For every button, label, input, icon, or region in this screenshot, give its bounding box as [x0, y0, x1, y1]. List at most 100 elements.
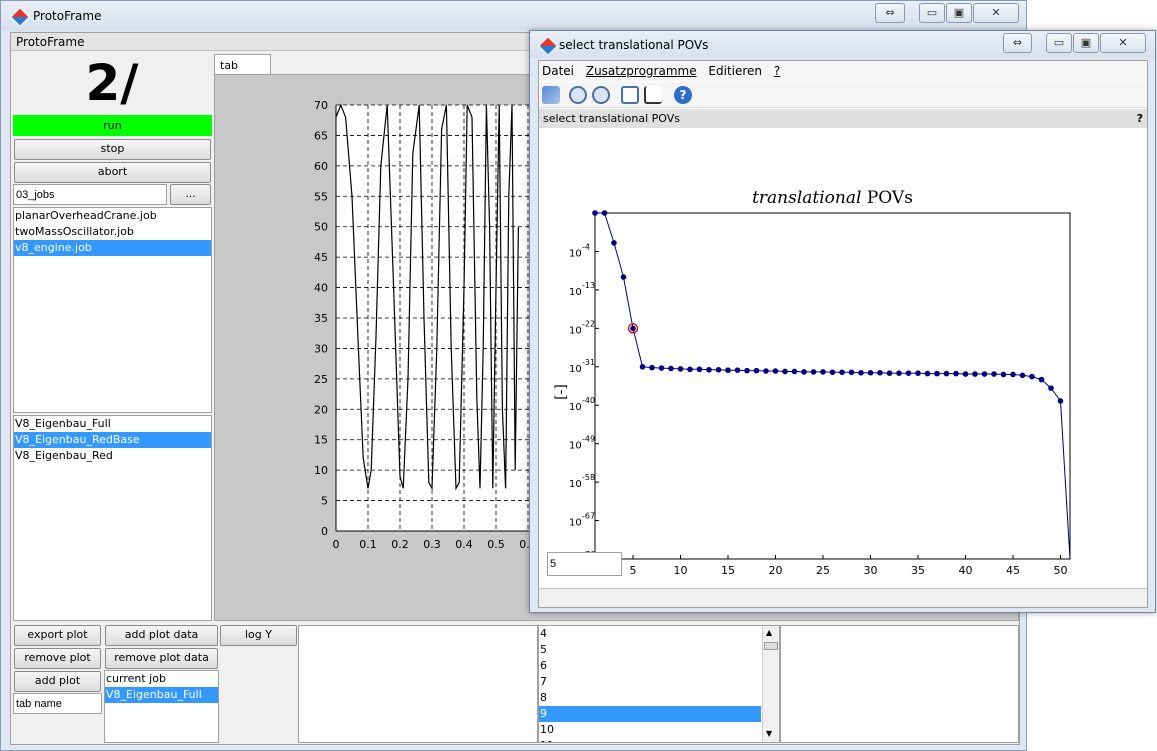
plot2-ytick-base: 10: [569, 479, 582, 490]
plot2-data-point: [1057, 398, 1064, 404]
close-button[interactable]: ✕: [973, 3, 1019, 23]
abort-button[interactable]: abort: [14, 162, 211, 183]
plot2-data-point: [1010, 371, 1016, 378]
edit-icon[interactable]: [644, 86, 662, 104]
plot2-data-point: [820, 369, 826, 375]
dialog-close-button[interactable]: ✕: [1100, 33, 1146, 53]
plot2-ylabel: [-]: [553, 384, 569, 400]
number-item[interactable]: 10: [539, 722, 761, 738]
plot2-ytick-exponent: -67: [582, 512, 595, 521]
number-item[interactable]: 6: [539, 658, 761, 674]
job-directory-field[interactable]: [13, 184, 167, 205]
plot1-xtick-label: 0.2: [391, 538, 409, 551]
plot2-ytick-exponent: -31: [582, 358, 595, 367]
plot2-data-point: [886, 370, 893, 376]
menu-help[interactable]: ?: [774, 64, 780, 78]
plot2-data-point: [1029, 373, 1035, 380]
plot2-title-italic: translational: [752, 188, 867, 208]
empty-list-panel[interactable]: [298, 625, 538, 743]
info-help-icon[interactable]: ?: [1137, 112, 1143, 125]
number-item[interactable]: 4: [539, 626, 761, 642]
plot2-xtick-label: 25: [816, 564, 830, 577]
job-item[interactable]: planarOverheadCrane.job: [14, 208, 211, 224]
main-titlebar[interactable]: ProtoFrame ⇔ ▭ ▣ ✕: [1, 1, 1026, 31]
add-plot-data-button[interactable]: add plot data: [105, 625, 218, 646]
dialog-title: select translational POVs: [559, 38, 709, 52]
number-item[interactable]: 5: [539, 642, 761, 658]
right-empty-panel[interactable]: [780, 625, 1019, 743]
job-list[interactable]: planarOverheadCrane.job twoMassOscillato…: [13, 207, 212, 413]
plot2-title: translational POVs: [752, 188, 913, 208]
scrollbar-thumb[interactable]: [764, 642, 778, 650]
restore-arrows-icon[interactable]: ⇔: [875, 3, 905, 23]
plot1-ytick-label: 55: [314, 190, 328, 203]
pov-index-field[interactable]: [547, 552, 622, 576]
dialog-titlebar[interactable]: select translational POVs ⇔ ▭ ▣ ✕: [530, 31, 1155, 58]
plot2-xtick-label: 45: [1006, 564, 1020, 577]
add-plot-button[interactable]: add plot: [14, 671, 101, 692]
rotate-icon[interactable]: [542, 86, 560, 104]
minimize-button[interactable]: ▭: [919, 3, 945, 23]
datatip-icon[interactable]: [621, 86, 639, 104]
plot1-xtick-label: 0.5: [487, 538, 505, 551]
plot2-xtick-label: 10: [674, 564, 688, 577]
stop-button[interactable]: stop: [14, 139, 211, 160]
time-series-chart[interactable]: 0 0.1 0.2 0.3 0.4 0.5 0.6051015202530354045505…: [215, 75, 535, 622]
dialog-maximize-button[interactable]: ▣: [1073, 33, 1099, 53]
iteration-counter: 2/: [85, 54, 139, 112]
tab-name-field[interactable]: [13, 693, 102, 714]
dialog-restore-arrows-icon[interactable]: ⇔: [1003, 33, 1032, 53]
browse-button[interactable]: ...: [170, 184, 211, 205]
plot-data-item-selected[interactable]: V8_Eigenbau_Full: [105, 687, 218, 703]
plot2-frame: [594, 212, 1071, 560]
tab-plot[interactable]: tab name: [214, 54, 271, 85]
plot1-ytick-label: 25: [314, 373, 328, 386]
pov-chart[interactable]: translational POVs5 10 15 20 25 30 35 40 45 5010-…: [539, 129, 1147, 587]
scroll-up-icon[interactable]: ▲: [766, 628, 772, 637]
plot2-data-point: [763, 368, 769, 374]
plot2-xtick-label: 40: [959, 564, 973, 577]
number-item[interactable]: 7: [539, 674, 761, 690]
menu-zusatzprogramme[interactable]: Zusatzprogramme: [586, 64, 697, 78]
model-item-selected[interactable]: V8_Eigenbau_RedBase: [14, 432, 211, 448]
plot2-data-point: [924, 370, 931, 377]
zoom-out-icon[interactable]: [592, 86, 610, 104]
model-item[interactable]: V8_Eigenbau_Red: [14, 448, 211, 464]
plot2-data-point: [953, 370, 959, 377]
maximize-button[interactable]: ▣: [946, 3, 972, 23]
remove-plot-button[interactable]: remove plot: [14, 648, 101, 669]
plot2-data-point: [943, 370, 950, 377]
export-plot-button[interactable]: export plot: [14, 625, 101, 646]
vertical-scrollbar[interactable]: ▲ ▼: [762, 626, 779, 742]
menu-editieren[interactable]: Editieren: [708, 64, 762, 78]
number-list[interactable]: 4 5 6 7 8 9 10 11 ▲ ▼: [538, 625, 780, 743]
number-item[interactable]: 11: [539, 738, 761, 742]
plot2-data-point: [810, 369, 817, 375]
menu-datei[interactable]: Datei: [542, 64, 574, 78]
help-icon[interactable]: ?: [674, 86, 692, 104]
dialog-minimize-button[interactable]: ▭: [1046, 33, 1072, 53]
model-list[interactable]: V8_Eigenbau_Full V8_Eigenbau_RedBase V8_…: [13, 415, 212, 621]
log-y-button[interactable]: log Y: [220, 625, 297, 646]
plot2-data-point: [962, 371, 969, 377]
plot2-data-point: [1038, 376, 1045, 383]
plot-data-item[interactable]: current job: [105, 671, 218, 687]
plot2-data-point: [791, 368, 798, 375]
plot1-ytick-label: 30: [314, 342, 328, 355]
plot2-ytick-base: 10: [569, 325, 582, 336]
plot-data-list[interactable]: current job V8_Eigenbau_Full: [104, 670, 219, 743]
job-item-selected[interactable]: v8_engine.job: [14, 240, 211, 256]
dialog-statusbar: [539, 588, 1147, 607]
plot2-data-point: [1000, 371, 1007, 378]
model-item[interactable]: V8_Eigenbau_Full: [14, 416, 211, 432]
plot1-ytick-label: 5: [321, 495, 328, 508]
number-item-selected[interactable]: 9: [539, 706, 761, 722]
plot2-data-point: [753, 367, 760, 374]
scroll-down-icon[interactable]: ▼: [766, 729, 772, 738]
remove-plot-data-button[interactable]: remove plot data: [105, 648, 218, 669]
plot2-data-point: [715, 366, 722, 373]
job-item[interactable]: twoMassOscillator.job: [14, 224, 211, 240]
zoom-in-icon[interactable]: [569, 86, 587, 104]
pov-dialog: select translational POVs ⇔ ▭ ▣ ✕ Datei …: [529, 30, 1156, 613]
number-item[interactable]: 8: [539, 690, 761, 706]
